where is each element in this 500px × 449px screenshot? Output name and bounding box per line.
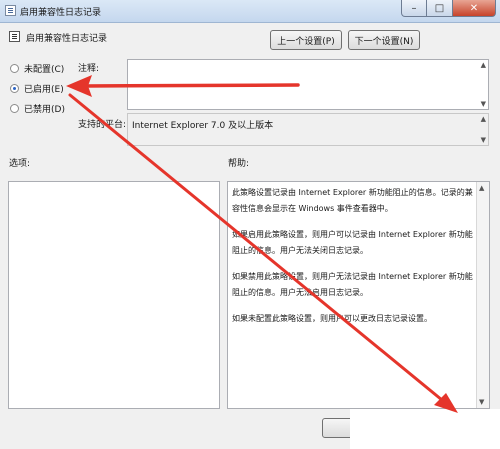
radio-enabled-circle[interactable] xyxy=(10,84,19,93)
radio-not-configured-label: 未配置(C) xyxy=(24,65,65,75)
help-label: 帮助: xyxy=(228,159,250,169)
help-paragraph: 此策略设置记录由 Internet Explorer 新功能阻止的信息。记录的兼… xyxy=(232,188,473,213)
options-label: 选项: xyxy=(9,159,31,169)
radio-enabled[interactable]: 已启用(E) xyxy=(10,82,64,95)
supported-platform-field: Internet Explorer 7.0 及以上版本 ▲ ▼ xyxy=(127,113,489,146)
radio-disabled-label: 已禁用(D) xyxy=(24,105,65,115)
radio-not-configured-circle[interactable] xyxy=(10,64,19,73)
supported-scroll-up-icon[interactable]: ▲ xyxy=(481,115,486,123)
comment-label: 注释: xyxy=(78,64,100,74)
policy-icon xyxy=(5,5,16,16)
help-panel[interactable]: 此策略设置记录由 Internet Explorer 新功能阻止的信息。记录的兼… xyxy=(227,181,490,409)
comment-scroll-up-icon[interactable]: ▲ xyxy=(481,61,486,69)
next-setting-button[interactable]: 下一个设置(N) xyxy=(348,30,420,50)
supported-scroll-down-icon[interactable]: ▼ xyxy=(481,136,486,144)
help-paragraph: 如果启用此策略设置，则用户可以记录由 Internet Explorer 新功能… xyxy=(232,230,473,255)
comment-textarea[interactable]: ▲ ▼ xyxy=(127,59,489,110)
policy-setting-icon xyxy=(9,31,20,42)
policy-title: 启用兼容性日志记录 xyxy=(26,34,108,44)
help-paragraph: 如果未配置此策略设置，则用户可以更改日志记录设置。 xyxy=(232,314,432,323)
window-controls: – □ ✕ xyxy=(401,0,496,18)
close-button[interactable]: ✕ xyxy=(453,0,496,17)
radio-enabled-label: 已启用(E) xyxy=(24,85,64,95)
maximize-button[interactable]: □ xyxy=(427,0,453,17)
help-scroll-down-icon[interactable]: ▼ xyxy=(479,398,484,406)
window-title: 启用兼容性日志记录 xyxy=(20,8,102,18)
radio-not-configured[interactable]: 未配置(C) xyxy=(10,62,64,75)
radio-disabled[interactable]: 已禁用(D) xyxy=(10,102,65,115)
radio-disabled-circle[interactable] xyxy=(10,104,19,113)
supported-platform-label: 支持的平台: xyxy=(78,120,127,130)
help-scroll-up-icon[interactable]: ▲ xyxy=(479,184,484,192)
minimize-button[interactable]: – xyxy=(401,0,427,17)
previous-setting-button[interactable]: 上一个设置(P) xyxy=(270,30,342,50)
options-panel[interactable] xyxy=(8,181,220,409)
help-scrollbar[interactable]: ▲ ▼ xyxy=(476,182,489,408)
cropped-corner xyxy=(350,409,500,449)
help-paragraph: 如果禁用此策略设置，则用户无法记录由 Internet Explorer 新功能… xyxy=(232,272,473,297)
supported-platform-value: Internet Explorer 7.0 及以上版本 xyxy=(132,121,274,131)
comment-scroll-down-icon[interactable]: ▼ xyxy=(481,100,486,108)
title-bar[interactable]: 启用兼容性日志记录 – □ ✕ xyxy=(0,0,500,23)
policy-dialog-window: 启用兼容性日志记录 – □ ✕ 启用兼容性日志记录 上一个设置(P) 下一个设置… xyxy=(0,0,500,449)
